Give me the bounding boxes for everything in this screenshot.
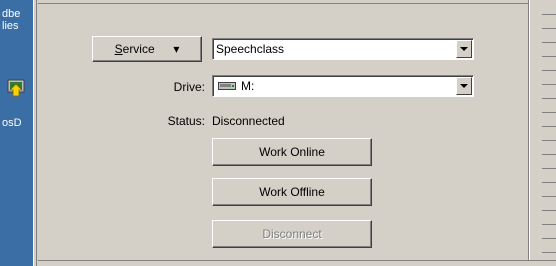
network-drive-icon[interactable] <box>6 76 28 100</box>
desktop-icon-label[interactable]: lies <box>2 21 19 32</box>
desktop-icon-label[interactable]: dbe <box>2 9 20 20</box>
service-value: Speechclass <box>216 42 285 56</box>
service-dropdown[interactable]: Speechclass <box>212 38 474 60</box>
service-button-label: ervice <box>122 42 155 56</box>
work-online-button[interactable]: Work Online <box>212 138 372 166</box>
status-label: Status: <box>167 114 205 128</box>
chevron-down-icon: ▾ <box>173 42 180 56</box>
service-button-mnemonic: S <box>114 42 123 56</box>
work-offline-button[interactable]: Work Offline <box>212 178 372 206</box>
desktop-icon-label[interactable]: osD <box>2 118 22 129</box>
right-groove <box>528 0 530 266</box>
window-right-frame <box>528 0 556 266</box>
service-menu-button[interactable]: Service ▾ <box>92 36 202 62</box>
right-edge-detail <box>542 0 556 266</box>
drive-dropdown[interactable]: M: <box>212 75 474 97</box>
disconnect-button[interactable]: Disconnect <box>212 220 372 248</box>
network-settings-panel: Service ▾ Speechclass Drive: M: Status: … <box>38 0 528 266</box>
chevron-down-icon <box>460 84 468 88</box>
drive-dropdown-arrow[interactable] <box>456 77 472 95</box>
window-bottom-edge <box>38 260 556 266</box>
service-dropdown-arrow[interactable] <box>456 40 472 58</box>
chevron-down-icon <box>460 47 468 51</box>
desktop-background: dbe lies osD <box>0 0 33 266</box>
drive-label: Drive: <box>173 80 205 94</box>
drive-icon <box>218 82 236 90</box>
status-value: Disconnected <box>212 114 285 128</box>
drive-value: M: <box>241 79 255 93</box>
panel-top-edge <box>38 0 528 4</box>
